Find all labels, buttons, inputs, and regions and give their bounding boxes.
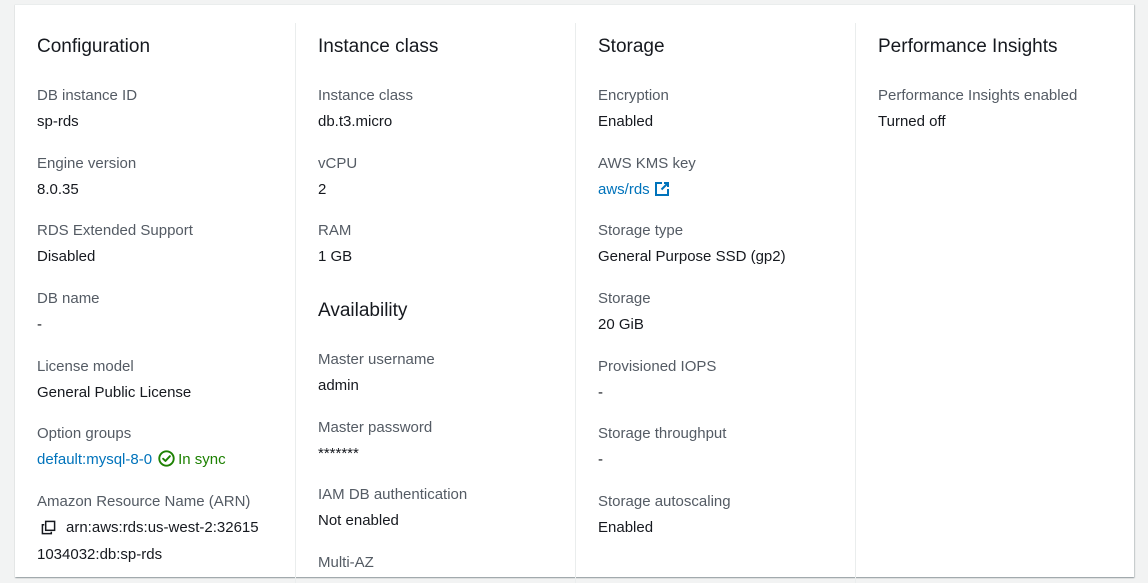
arn-label: Amazon Resource Name (ARN) bbox=[37, 493, 251, 510]
external-link-icon[interactable] bbox=[654, 181, 670, 203]
configuration-panel: Configuration DB instance ID sp-rds Engi… bbox=[15, 4, 1134, 583]
extended-support-label: RDS Extended Support bbox=[37, 222, 193, 239]
storage-autoscaling-label: Storage autoscaling bbox=[598, 493, 731, 510]
performance-insights-enabled-field: Performance Insights enabled Turned off bbox=[878, 86, 1118, 132]
db-name-value: - bbox=[37, 316, 42, 333]
license-model-label: License model bbox=[37, 358, 134, 375]
option-groups-value-row: default:mysql-8-0 In sync bbox=[37, 450, 277, 470]
license-model-field: License model General Public License bbox=[37, 357, 277, 403]
performance-insights-enabled-value: Turned off bbox=[878, 113, 946, 130]
provisioned-iops-field: Provisioned IOPS - bbox=[598, 357, 838, 403]
option-group-status-text: In sync bbox=[178, 451, 226, 468]
db-name-field: DB name - bbox=[37, 289, 277, 335]
extended-support-field: RDS Extended Support Disabled bbox=[37, 221, 277, 267]
performance-insights-enabled-label: Performance Insights enabled bbox=[878, 87, 1078, 104]
engine-version-value: 8.0.35 bbox=[37, 181, 79, 198]
iam-auth-value: Not enabled bbox=[318, 512, 399, 529]
instance-class-heading: Instance class bbox=[318, 36, 439, 57]
vcpu-label: vCPU bbox=[318, 155, 358, 172]
option-group-status: In sync bbox=[158, 450, 226, 468]
storage-throughput-field: Storage throughput - bbox=[598, 424, 838, 470]
master-username-field: Master username admin bbox=[318, 350, 558, 396]
master-password-value: ******* bbox=[318, 445, 359, 462]
db-instance-id-label: DB instance ID bbox=[37, 87, 138, 104]
storage-type-value: General Purpose SSD (gp2) bbox=[598, 248, 786, 265]
master-password-field: Master password ******* bbox=[318, 418, 558, 464]
provisioned-iops-label: Provisioned IOPS bbox=[598, 358, 717, 375]
iam-auth-label: IAM DB authentication bbox=[318, 486, 468, 503]
storage-throughput-label: Storage throughput bbox=[598, 425, 727, 442]
master-username-label: Master username bbox=[318, 351, 435, 368]
ram-value: 1 GB bbox=[318, 248, 353, 265]
ram-label: RAM bbox=[318, 222, 352, 239]
check-circle-icon bbox=[158, 450, 175, 467]
storage-autoscaling-field: Storage autoscaling Enabled bbox=[598, 492, 838, 538]
configuration-column: Configuration DB instance ID sp-rds Engi… bbox=[15, 23, 295, 583]
encryption-value: Enabled bbox=[598, 113, 654, 130]
option-groups-field: Option groups default:mysql-8-0 In sync bbox=[37, 424, 277, 470]
performance-insights-heading: Performance Insights bbox=[878, 36, 1058, 57]
db-name-label: DB name bbox=[37, 290, 100, 307]
master-password-label: Master password bbox=[318, 419, 433, 436]
copy-icon[interactable] bbox=[41, 520, 56, 541]
arn-value-line1: arn:aws:rds:us-west-2:32615 bbox=[66, 519, 259, 536]
kms-key-label: AWS KMS key bbox=[598, 155, 696, 172]
option-group-link[interactable]: default:mysql-8-0 bbox=[37, 451, 152, 468]
db-instance-id-field: DB instance ID sp-rds bbox=[37, 86, 277, 132]
storage-size-label: Storage bbox=[598, 290, 651, 307]
configuration-heading: Configuration bbox=[37, 36, 151, 57]
db-instance-id-value: sp-rds bbox=[37, 113, 79, 130]
kms-key-link[interactable]: aws/rds bbox=[598, 181, 650, 198]
storage-throughput-value: - bbox=[598, 451, 603, 468]
storage-type-field: Storage type General Purpose SSD (gp2) bbox=[598, 221, 838, 267]
instance-class-field: Instance class db.t3.micro bbox=[318, 86, 558, 132]
option-groups-label: Option groups bbox=[37, 425, 132, 442]
multi-az-field: Multi-AZ bbox=[318, 553, 558, 573]
storage-column: Storage Encryption Enabled AWS KMS key a… bbox=[575, 23, 856, 583]
arn-value-row: arn:aws:rds:us-west-2:32615 bbox=[37, 518, 277, 541]
license-model-value: General Public License bbox=[37, 384, 192, 401]
engine-version-label: Engine version bbox=[37, 155, 137, 172]
iam-auth-field: IAM DB authentication Not enabled bbox=[318, 485, 558, 531]
arn-field: Amazon Resource Name (ARN) arn:aws:rds:u… bbox=[37, 492, 277, 565]
availability-heading: Availability bbox=[318, 300, 408, 321]
storage-heading: Storage bbox=[598, 36, 665, 57]
multi-az-label: Multi-AZ bbox=[318, 554, 374, 571]
ram-field: RAM 1 GB bbox=[318, 221, 558, 267]
master-username-value: admin bbox=[318, 377, 359, 394]
encryption-field: Encryption Enabled bbox=[598, 86, 838, 132]
arn-value-line2: 1034032:db:sp-rds bbox=[37, 546, 163, 563]
kms-key-field: AWS KMS key aws/rds bbox=[598, 154, 838, 203]
vcpu-field: vCPU 2 bbox=[318, 154, 558, 200]
instance-class-column: Instance class Instance class db.t3.micr… bbox=[295, 23, 576, 583]
storage-type-label: Storage type bbox=[598, 222, 684, 239]
engine-version-field: Engine version 8.0.35 bbox=[37, 154, 277, 200]
performance-insights-column: Performance Insights Performance Insight… bbox=[855, 23, 1136, 583]
encryption-label: Encryption bbox=[598, 87, 669, 104]
provisioned-iops-value: - bbox=[598, 384, 603, 401]
storage-size-value: 20 GiB bbox=[598, 316, 644, 333]
storage-size-field: Storage 20 GiB bbox=[598, 289, 838, 335]
storage-autoscaling-value: Enabled bbox=[598, 519, 654, 536]
extended-support-value: Disabled bbox=[37, 248, 96, 265]
kms-key-value-row: aws/rds bbox=[598, 180, 838, 203]
vcpu-value: 2 bbox=[318, 181, 327, 198]
instance-class-value: db.t3.micro bbox=[318, 113, 393, 130]
instance-class-label: Instance class bbox=[318, 87, 414, 104]
